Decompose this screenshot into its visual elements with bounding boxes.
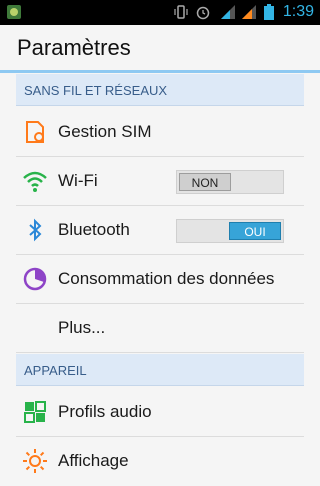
settings-item-label: Wi-Fi <box>58 171 98 190</box>
settings-item-more[interactable]: Plus... <box>16 304 304 353</box>
wifi-icon <box>23 171 47 192</box>
data-usage-icon <box>23 267 47 291</box>
section-label: SANS FIL ET RÉSEAUX <box>24 83 168 98</box>
settings-item-sim[interactable]: Gestion SIM <box>16 108 304 157</box>
wifi-toggle[interactable]: NON <box>176 170 284 194</box>
bluetooth-toggle[interactable]: OUI <box>176 219 284 243</box>
section-label: APPAREIL <box>24 363 87 378</box>
settings-item-label: Bluetooth <box>58 220 130 239</box>
settings-item-label: Consommation des données <box>58 269 275 288</box>
settings-item-data-usage[interactable]: Consommation des données <box>16 255 304 304</box>
alarm-icon <box>196 6 210 20</box>
signal-2-icon <box>242 5 256 19</box>
audio-profiles-icon <box>24 401 46 423</box>
settings-item-display[interactable]: Affichage <box>16 437 304 486</box>
toggle-knob: NON <box>179 173 231 191</box>
section-header-device: APPAREIL <box>16 354 304 386</box>
vibrate-icon <box>174 5 188 19</box>
sim-card-icon <box>26 121 44 143</box>
settings-item-label: Profils audio <box>58 402 152 421</box>
settings-item-label: Gestion SIM <box>58 122 152 141</box>
settings-item-label: Affichage <box>58 451 129 470</box>
bluetooth-icon <box>29 218 42 242</box>
section-header-wireless: SANS FIL ET RÉSEAUX <box>16 74 304 106</box>
clock: 1:39 <box>282 3 314 20</box>
battery-icon <box>264 4 274 20</box>
status-bar: 1:39 <box>0 0 320 25</box>
signal-1-icon <box>221 5 235 19</box>
toggle-knob: OUI <box>229 222 281 240</box>
action-bar: Paramètres <box>0 25 320 73</box>
page-title: Paramètres <box>17 35 131 60</box>
settings-item-bluetooth[interactable]: Bluetooth OUI <box>16 206 304 255</box>
settings-item-audio-profiles[interactable]: Profils audio <box>16 388 304 437</box>
app-icon <box>7 5 21 19</box>
settings-item-wifi[interactable]: Wi-Fi NON <box>16 157 304 206</box>
display-brightness-icon <box>23 449 47 473</box>
settings-item-label: Plus... <box>58 318 106 337</box>
